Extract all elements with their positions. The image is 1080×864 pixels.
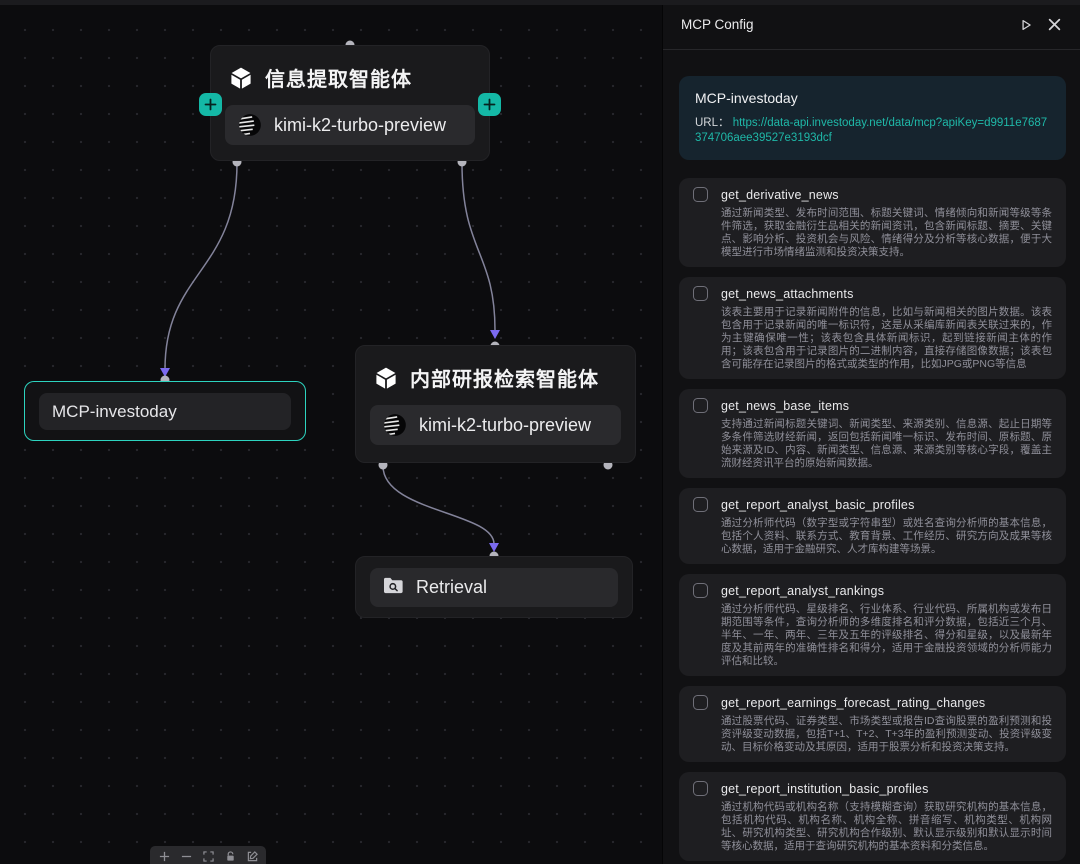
node-title: 信息提取智能体 [265,63,412,92]
tool-description: 通过新闻类型、发布时间范围、标题关键词、情绪倾向和新闻等级等条件筛选，获取金融衍… [721,207,1052,259]
flow-canvas[interactable]: 信息提取智能体 kimi-k2-turbo-preview [0,0,662,864]
panel-body[interactable]: MCP-investoday URL： https://data-api.inv… [663,50,1080,864]
tool-name: get_derivative_news [721,188,839,202]
tool-card: get_news_base_items 支持通过新闻标题关键词、新闻类型、来源类… [679,389,1066,478]
tool-checkbox[interactable] [693,286,708,301]
tool-name: get_report_analyst_rankings [721,584,884,598]
tool-card: get_derivative_news 通过新闻类型、发布时间范围、标题关键词、… [679,178,1066,267]
model-selector[interactable]: kimi-k2-turbo-preview [370,405,621,445]
tool-card: get_report_analyst_rankings 通过分析师代码、星级排名… [679,574,1066,676]
tool-card: get_report_institution_basic_profiles 通过… [679,772,1066,861]
node-research-agent[interactable]: 内部研报检索智能体 kimi-k2-turbo-preview [355,345,636,463]
tool-checkbox[interactable] [693,583,708,598]
lock-icon[interactable] [224,850,236,862]
tool-name: get_news_base_items [721,399,849,413]
mcp-config-panel: MCP Config MCP-investoday URL： https://d… [662,0,1080,864]
fit-view-icon[interactable] [202,850,214,862]
edge-info-to-mcp[interactable] [165,163,237,369]
tool-card: get_report_analyst_basic_profiles 通过分析师代… [679,488,1066,564]
tool-description: 通过机构代码或机构名称（支持模糊查询）获取研究机构的基本信息，包括机构代码、机构… [721,801,1052,853]
tool-list: get_derivative_news 通过新闻类型、发布时间范围、标题关键词、… [679,178,1066,864]
node-retrieval[interactable]: Retrieval [355,556,633,618]
mcp-node-label[interactable]: MCP-investoday [39,393,291,430]
edge-arrow-icon [489,543,499,552]
zoom-out-icon[interactable] [180,850,192,862]
edge-info-to-research[interactable] [462,163,495,330]
model-selector[interactable]: kimi-k2-turbo-preview [225,105,475,145]
moonshot-logo-icon [382,412,408,438]
add-node-right-button[interactable] [478,93,501,116]
node-title: 内部研报检索智能体 [410,363,599,392]
tool-card: get_report_earnings_forecast_rating_chan… [679,686,1066,762]
panel-title: MCP Config [681,17,754,32]
mcp-server-url-link[interactable]: https://data-api.investoday.net/data/mcp… [695,117,1047,144]
close-icon[interactable] [1047,17,1062,32]
tool-name: get_report_earnings_forecast_rating_chan… [721,696,985,710]
edge-arrow-icon [160,368,170,377]
agent-cube-icon [374,366,398,390]
run-icon[interactable] [1018,17,1033,32]
tool-name: get_report_institution_basic_profiles [721,782,929,796]
model-name: kimi-k2-turbo-preview [274,115,446,136]
tool-name: get_report_analyst_basic_profiles [721,498,915,512]
window-top-edge [0,0,1080,5]
annotate-icon[interactable] [246,850,258,862]
mcp-server-card: MCP-investoday URL： https://data-api.inv… [679,76,1066,160]
tool-checkbox[interactable] [693,781,708,796]
tool-description: 支持通过新闻标题关键词、新闻类型、来源类别、信息源、起止日期等多条件筛选财经新闻… [721,418,1052,470]
tool-checkbox[interactable] [693,187,708,202]
agent-cube-icon [229,66,253,90]
tool-description: 该表主要用于记录新闻附件的信息，比如与新闻相关的图片数据。该表包含用于记录新闻的… [721,306,1052,371]
tool-description: 通过股票代码、证券类型、市场类型或报告ID查询股票的盈利预测和投资评级变动数据，… [721,715,1052,754]
mcp-server-name: MCP-investoday [695,90,1050,106]
tool-checkbox[interactable] [693,398,708,413]
node-mcp-investoday[interactable]: MCP-investoday [24,381,306,441]
edge-arrow-icon [490,330,500,339]
tool-description: 通过分析师代码（数字型或字符串型）或姓名查询分析师的基本信息，包括个人资料、联系… [721,517,1052,556]
moonshot-logo-icon [237,112,263,138]
canvas-toolbar [150,846,266,864]
app-window: 信息提取智能体 kimi-k2-turbo-preview [0,0,1080,864]
node-info-extract-agent[interactable]: 信息提取智能体 kimi-k2-turbo-preview [210,45,490,161]
tool-description: 通过分析师代码、星级排名、行业体系、行业代码、所属机构或发布日期范围等条件，查询… [721,603,1052,668]
add-node-left-button[interactable] [199,93,222,116]
edge-research-to-retrieval[interactable] [383,466,494,544]
tool-checkbox[interactable] [693,695,708,710]
model-name: kimi-k2-turbo-preview [419,415,591,436]
zoom-in-icon[interactable] [158,850,170,862]
retrieval-node-label: Retrieval [416,577,487,598]
folder-search-icon [382,576,405,600]
tool-card: get_news_attachments 该表主要用于记录新闻附件的信息，比如与… [679,277,1066,379]
panel-header: MCP Config [663,0,1080,50]
tool-checkbox[interactable] [693,497,708,512]
tool-name: get_news_attachments [721,287,854,301]
url-label: URL： [695,117,730,129]
